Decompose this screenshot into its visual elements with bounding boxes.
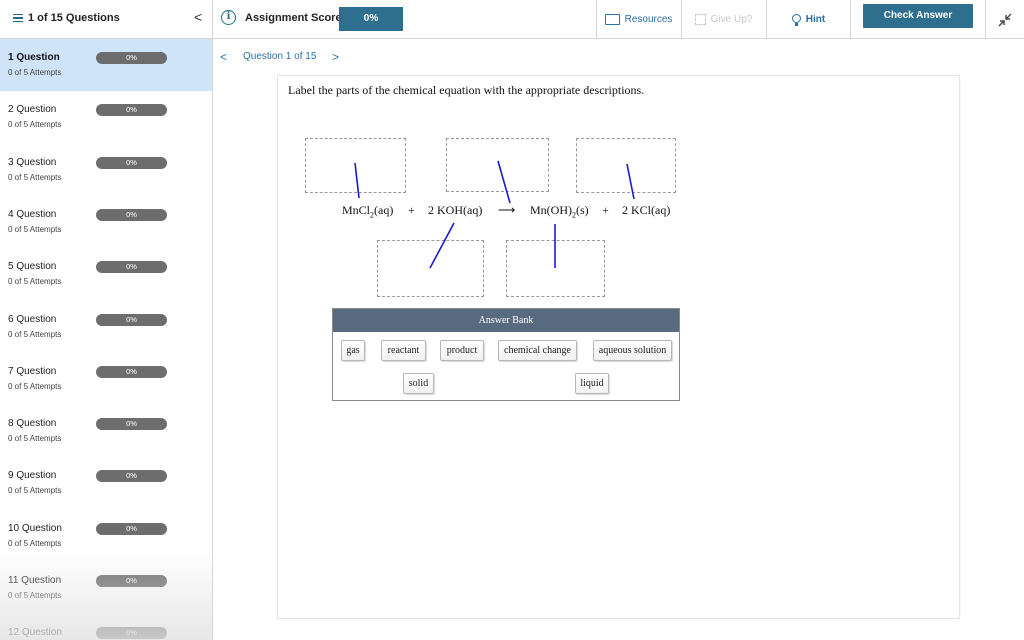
drop-target-mnoh2[interactable] bbox=[506, 240, 605, 297]
assignment-score-label: Assignment Score: bbox=[245, 12, 346, 24]
check-answer-button[interactable]: Check Answer bbox=[863, 4, 973, 28]
question-item-title: 7 Question bbox=[8, 365, 57, 377]
answer-chip-product[interactable]: product bbox=[440, 340, 484, 361]
resources-button[interactable]: Resources bbox=[596, 0, 680, 39]
question-item-attempts: 0 of 5 Attempts bbox=[8, 329, 62, 339]
question-item-title: 12 Question bbox=[8, 627, 62, 639]
question-progress-bar: 0% bbox=[96, 104, 167, 117]
collapse-sidebar-button[interactable]: < bbox=[194, 9, 202, 25]
question-progress-bar: 0% bbox=[96, 365, 167, 378]
equation-term-mncl2: MnCl2(aq) bbox=[342, 203, 394, 220]
assignment-score-value: 0% bbox=[339, 7, 403, 31]
question-item-title: 5 Question bbox=[8, 261, 57, 273]
equation-term-kcl: 2 KCl(aq) bbox=[622, 203, 671, 217]
sidebar-question-item[interactable]: 8 Question 0 of 5 Attempts 0% bbox=[0, 405, 212, 457]
question-progress-bar: 0% bbox=[96, 522, 167, 535]
question-progress-bar: 0% bbox=[96, 156, 167, 169]
hint-button[interactable]: Hint bbox=[766, 0, 850, 39]
answer-bank: Answer Bank gas reactant product chemica… bbox=[332, 308, 680, 401]
question-nav-label: Question 1 of 15 bbox=[243, 51, 317, 62]
question-item-attempts: 0 of 5 Attempts bbox=[8, 120, 62, 130]
drop-target-reactants[interactable] bbox=[377, 240, 484, 297]
previous-question-button[interactable]: < bbox=[220, 50, 227, 64]
sidebar-question-item[interactable]: 2 Question 0 of 5 Attempts 0% bbox=[0, 91, 212, 143]
question-progress-bar: 0% bbox=[96, 208, 167, 221]
question-item-attempts: 0 of 5 Attempts bbox=[8, 172, 62, 182]
equation-plus: + bbox=[602, 203, 609, 217]
sidebar-question-item[interactable]: 10 Question 0 of 5 Attempts 0% bbox=[0, 510, 212, 562]
sidebar-question-item[interactable]: 9 Question 0 of 5 Attempts 0% bbox=[0, 457, 212, 509]
answer-chip-liquid[interactable]: liquid bbox=[575, 373, 609, 394]
question-item-title: 3 Question bbox=[8, 156, 57, 168]
question-progress-bar: 0% bbox=[96, 575, 167, 587]
question-item-title: 11 Question bbox=[8, 575, 62, 586]
drop-target-mncl2[interactable] bbox=[305, 138, 406, 193]
sidebar-question-item[interactable]: 7 Question 0 of 5 Attempts 0% bbox=[0, 353, 212, 405]
give-up-icon bbox=[694, 14, 706, 25]
equation-term-mnoh2: Mn(OH)2(s) bbox=[530, 203, 589, 220]
question-progress-bar: 0% bbox=[96, 313, 167, 326]
give-up-button[interactable]: Give Up? bbox=[681, 0, 765, 39]
question-item-title: 6 Question bbox=[8, 313, 57, 325]
question-progress-bar: 0% bbox=[96, 418, 167, 431]
sidebar-question-item[interactable]: 3 Question 0 of 5 Attempts 0% bbox=[0, 144, 212, 196]
give-up-label: Give Up? bbox=[710, 14, 753, 25]
question-item-title: 10 Question bbox=[8, 522, 62, 534]
sidebar-question-item[interactable]: 6 Question 0 of 5 Attempts 0% bbox=[0, 301, 212, 353]
hint-label: Hint bbox=[805, 14, 826, 25]
info-icon[interactable]: i bbox=[221, 10, 236, 25]
question-item-attempts: 0 of 5 Attempts bbox=[8, 486, 62, 496]
question-progress-bar: 0% bbox=[96, 261, 167, 274]
answer-chip-chemical-change[interactable]: chemical change bbox=[498, 340, 577, 361]
answer-chip-solid[interactable]: solid bbox=[403, 373, 434, 394]
sidebar-question-item[interactable]: 4 Question 0 of 5 Attempts 0% bbox=[0, 196, 212, 248]
question-progress-bar: 0% bbox=[96, 52, 167, 64]
next-question-button[interactable]: > bbox=[332, 50, 339, 64]
question-item-title: 8 Question bbox=[8, 418, 57, 430]
answer-chip-aqueous-solution[interactable]: aqueous solution bbox=[593, 340, 672, 361]
question-item-attempts: 0 of 5 Attempts bbox=[8, 277, 62, 287]
question-progress-bar: 0% bbox=[96, 470, 167, 483]
answer-chip-gas[interactable]: gas bbox=[341, 340, 365, 361]
question-item-attempts: 0 of 5 Attempts bbox=[8, 591, 62, 600]
question-count[interactable]: 1 of 15 Questions bbox=[13, 12, 120, 24]
question-prompt: Label the parts of the chemical equation… bbox=[288, 83, 645, 97]
drop-target-kcl[interactable] bbox=[576, 138, 676, 193]
question-item-title: 4 Question bbox=[8, 208, 57, 220]
sidebar-question-item[interactable]: 11 Question 0 of 5 Attempts 0% bbox=[0, 562, 212, 614]
question-sidebar: 1 Question 0 of 5 Attempts 0% 2 Question 0 o… bbox=[0, 39, 213, 640]
question-item-attempts: 0 of 5 Attempts bbox=[8, 434, 62, 444]
list-icon bbox=[13, 13, 23, 23]
equation-term-koh: 2 KOH(aq) bbox=[428, 203, 483, 217]
lightbulb-icon bbox=[791, 13, 801, 26]
top-bar: 1 of 15 Questions < i Assignment Score: … bbox=[0, 0, 1024, 39]
question-item-attempts: 0 of 5 Attempts bbox=[8, 68, 62, 77]
drop-target-koh[interactable] bbox=[446, 138, 549, 192]
answer-chip-reactant[interactable]: reactant bbox=[381, 340, 426, 361]
divider bbox=[212, 0, 213, 39]
sidebar-question-item[interactable]: 12 Question0 of 5 Attempts0% bbox=[0, 614, 212, 640]
question-item-attempts: 0 of 5 Attempts bbox=[8, 538, 62, 548]
question-item-title: 9 Question bbox=[8, 470, 57, 482]
resources-icon bbox=[604, 14, 620, 25]
sidebar-question-item[interactable]: 1 Question 0 of 5 Attempts 0% bbox=[0, 39, 212, 91]
equation-arrow: ⟶ bbox=[498, 203, 516, 217]
question-progress-bar: 0% bbox=[96, 627, 167, 640]
question-item-attempts: 0 of 5 Attempts bbox=[8, 381, 62, 391]
question-item-title: 1 Question bbox=[8, 52, 60, 63]
divider bbox=[850, 0, 851, 39]
divider bbox=[985, 0, 986, 39]
question-item-title: 2 Question bbox=[8, 104, 57, 116]
question-count-label: 1 of 15 Questions bbox=[28, 12, 120, 24]
sidebar-question-item[interactable]: 5 Question 0 of 5 Attempts 0% bbox=[0, 248, 212, 300]
resources-label: Resources bbox=[624, 14, 673, 25]
equation-plus: + bbox=[408, 203, 415, 217]
answer-bank-title: Answer Bank bbox=[333, 309, 679, 332]
shrink-icon[interactable] bbox=[997, 12, 1013, 28]
question-item-attempts: 0 of 5 Attempts bbox=[8, 224, 62, 234]
